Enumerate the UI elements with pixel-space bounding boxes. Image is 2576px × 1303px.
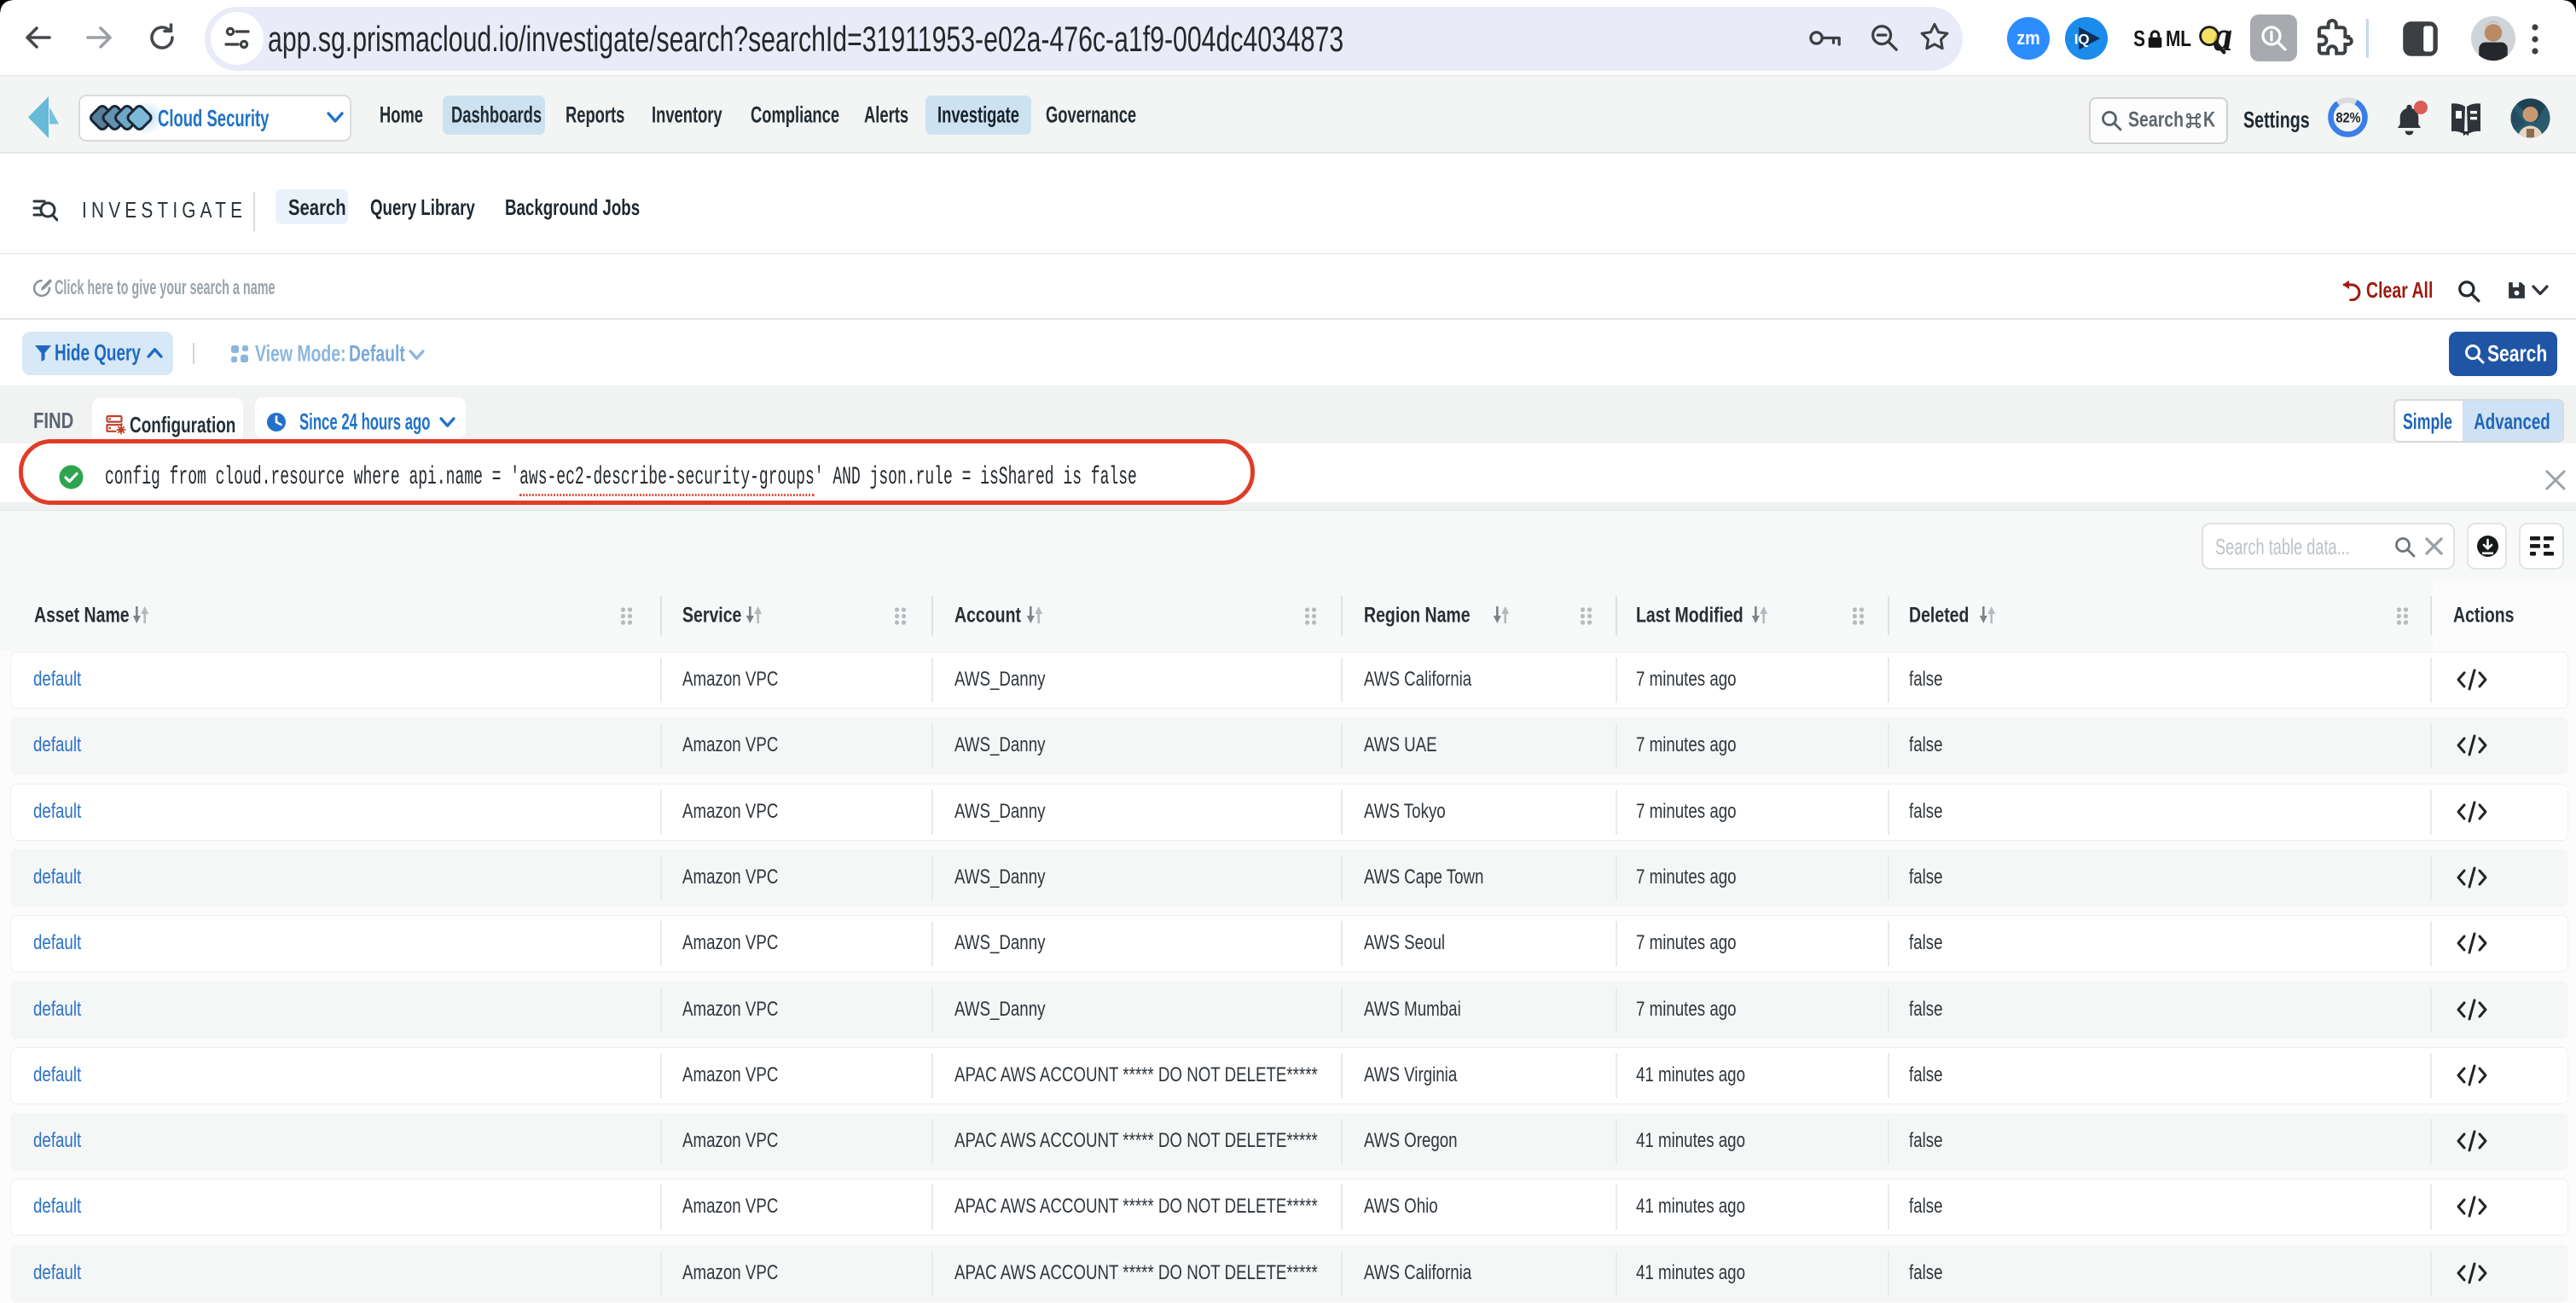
svg-text:IQ: IQ xyxy=(2074,31,2090,47)
